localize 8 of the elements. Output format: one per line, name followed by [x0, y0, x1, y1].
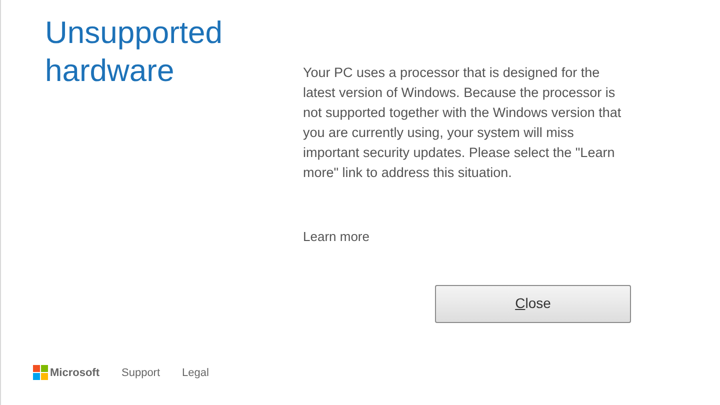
footer-link[interactable]: Legal	[182, 364, 209, 381]
message-text: Your PC uses a processor that is designed for the latest version of Windows. Because the processor is not supported together with the Windows version that you are currently using, your system will miss important security updates. Please select the "Learn more" link to address this situation.	[303, 64, 622, 182]
logo-icon	[33, 365, 48, 380]
learn-more-link[interactable]: Learn more	[303, 227, 370, 246]
dialog-title: Unsupported hardware	[45, 14, 224, 90]
footer-link[interactable]: Support	[122, 364, 160, 381]
brand-name: Microsoft	[50, 366, 100, 380]
close-button[interactable]: Close	[435, 284, 631, 322]
